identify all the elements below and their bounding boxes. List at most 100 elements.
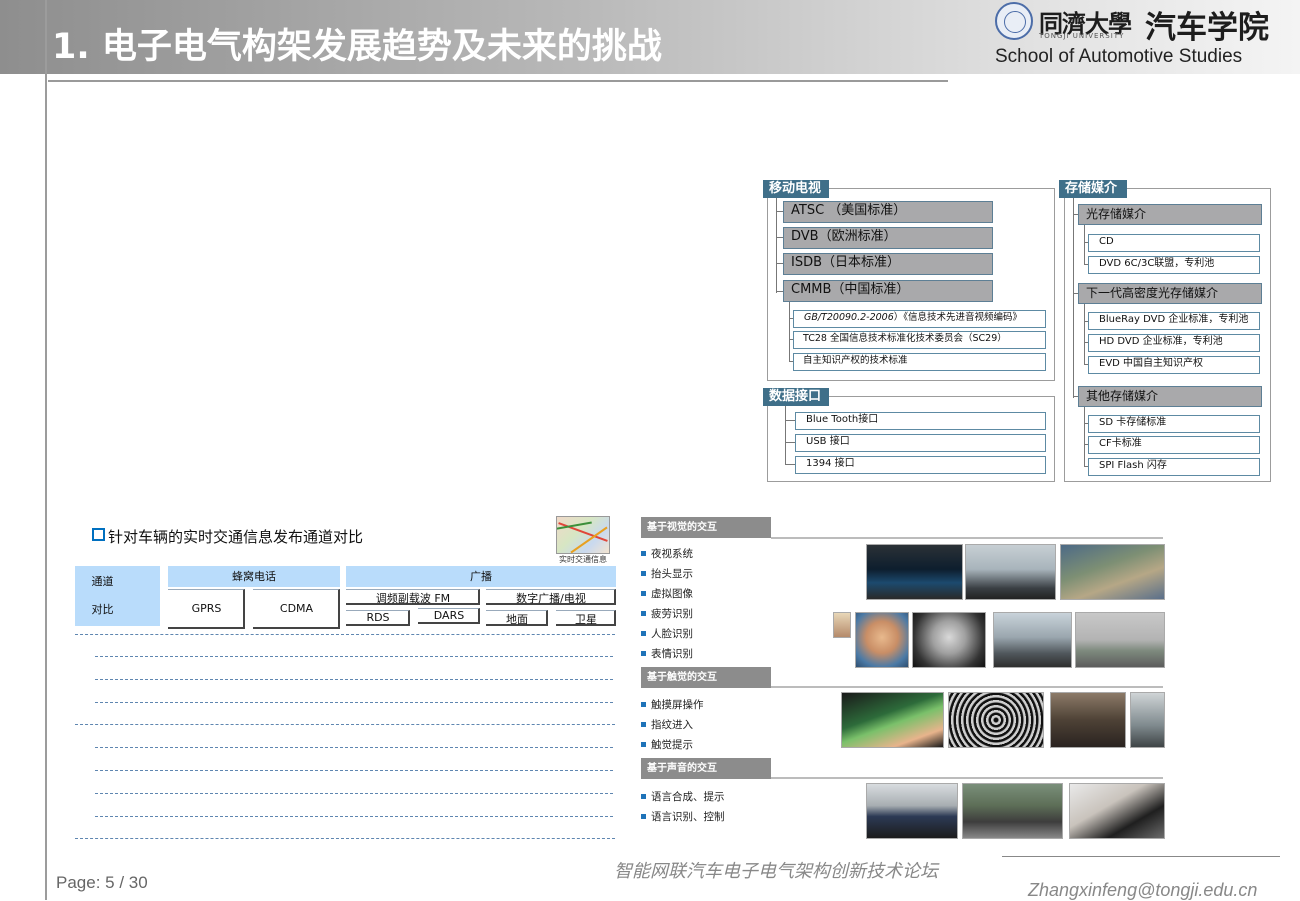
- mobile-tv-bracket: [776, 198, 777, 293]
- col-gprs: GPRS: [191, 602, 222, 615]
- visual-interaction-rule: [771, 537, 1163, 539]
- fingerprint-photo: [948, 692, 1044, 748]
- group-broadcast: 广播: [346, 566, 616, 587]
- driver-photo: [1069, 783, 1165, 839]
- visual-item-expression: 表情识别: [641, 646, 693, 661]
- storage-title: 存储媒介: [1059, 180, 1127, 198]
- cmmb-child-gbt: GB/T20090.2-2006）《信息技术先进音视频编码》: [793, 310, 1046, 328]
- square-bullet-icon: [92, 528, 105, 541]
- group-bracket: [1084, 304, 1085, 364]
- cmmb-child-ip: 自主知识产权的技术标准: [793, 353, 1046, 371]
- visual-item-night-vision: 夜视系统: [641, 546, 693, 561]
- standard-atsc: ATSC （美国标准）: [783, 201, 993, 223]
- table-row-divider: [95, 747, 613, 748]
- table-row-divider: [75, 724, 615, 725]
- cmmb-child-tc28: TC28 全国信息技术标准化技术委员会（SC29）: [793, 331, 1046, 349]
- table-row-divider: [95, 679, 613, 680]
- storage-group-other: 其他存储媒介: [1078, 386, 1262, 407]
- footer-email: Zhangxinfeng@tongji.edu.cn: [1028, 880, 1258, 900]
- sub-fm: 调频副载波 FM: [375, 592, 451, 605]
- table-row-divider: [75, 634, 615, 635]
- school-name-en: School of Automotive Studies: [995, 46, 1243, 67]
- page-number: Page: 5 / 30: [56, 873, 148, 892]
- motorcade-photo: [962, 783, 1063, 839]
- table-heading: 针对车辆的实时交通信息发布通道对比: [92, 526, 363, 547]
- touch-interaction-label: 基于触觉的交互: [641, 667, 771, 688]
- fatigue-ir-photo: [912, 612, 986, 668]
- hud-photo: [965, 544, 1056, 600]
- table-row-divider: [95, 793, 613, 794]
- storage-blueray: BlueRay DVD 企业标准，专利池: [1088, 312, 1260, 330]
- col-ground: 地面: [506, 613, 528, 626]
- traffic-map-thumbnail: [556, 516, 610, 554]
- storage-bracket: [1073, 198, 1074, 398]
- school-name-cn: 汽车学院: [1145, 10, 1269, 46]
- table-heading-text: 针对车辆的实时交通信息发布通道对比: [108, 528, 364, 546]
- virtual-image-photo: [1060, 544, 1165, 600]
- interface-1394: 1394 接口: [795, 456, 1046, 474]
- touch-interaction-rule: [771, 686, 1163, 688]
- visual-item-face: 人脸识别: [641, 626, 693, 641]
- road-photo: [1075, 612, 1165, 668]
- row-header-2: 对比: [91, 603, 114, 616]
- storage-hddvd: HD DVD 企业标准，专利池: [1088, 334, 1260, 352]
- col-rds: RDS: [366, 611, 390, 624]
- steering-photo: [1130, 692, 1165, 748]
- title-underline: [48, 80, 948, 82]
- table-row-divider: [75, 838, 615, 839]
- voice-item-synthesis: 语言合成、提示: [641, 789, 725, 804]
- mobile-tv-title: 移动电视: [763, 180, 829, 198]
- col-satellite: 卫星: [575, 613, 597, 626]
- voice-item-recognition: 语言识别、控制: [641, 809, 725, 824]
- standard-cmmb: CMMB（中国标准）: [783, 280, 993, 302]
- footer-forum-title: 智能网联汽车电子电气架构创新技术论坛: [614, 861, 938, 882]
- storage-dvd: DVD 6C/3C联盟，专利池: [1088, 256, 1260, 274]
- storage-evd: EVD 中国自主知识产权: [1088, 356, 1260, 374]
- row-header-1: 通道: [91, 575, 114, 588]
- slide-title: 1. 电子电气构架发展趋势及未来的挑战: [52, 27, 662, 67]
- col-cdma: CDMA: [279, 602, 314, 615]
- interface-usb: USB 接口: [795, 434, 1046, 452]
- touch-item-haptic: 触觉提示: [641, 737, 693, 752]
- data-interface-title: 数据接口: [763, 388, 829, 406]
- data-interface-bracket: [785, 406, 786, 464]
- visual-item-virtual-image: 虚拟图像: [641, 586, 693, 601]
- touch-item-touchscreen: 触摸屏操作: [641, 697, 704, 712]
- cmmb-gbt-desc: ）《信息技术先进音视频编码》: [893, 312, 1023, 323]
- storage-spi: SPI Flash 闪存: [1088, 458, 1260, 476]
- storage-group-optical: 光存储媒介: [1078, 204, 1262, 225]
- group-cellular: 蜂窝电话: [168, 566, 340, 587]
- university-logo: 同濟大學 TONGJI UNIVERSITY 汽车学院 School of Au…: [995, 2, 1295, 72]
- footer-rule: [1002, 856, 1280, 857]
- table-row-divider: [95, 770, 613, 771]
- table-row-divider: [95, 816, 613, 817]
- group-bracket: [1084, 225, 1085, 265]
- table-row-divider: [95, 656, 613, 657]
- id-photo-small: [833, 612, 851, 638]
- left-divider: [45, 0, 47, 900]
- night-vision-photo: [866, 544, 963, 600]
- cmmb-gbt-code: GB/T20090.2-2006: [804, 312, 894, 323]
- touch-item-fingerprint: 指纹进入: [641, 717, 693, 732]
- dashboard-photo: [993, 612, 1072, 668]
- storage-group-nextgen: 下一代高密度光存储媒介: [1078, 283, 1262, 304]
- group-bracket: [1084, 407, 1085, 467]
- voice-console-photo: [866, 783, 958, 839]
- haptic-photo: [1050, 692, 1126, 748]
- voice-interaction-rule: [771, 777, 1163, 779]
- standard-dvb: DVB（欧洲标准）: [783, 227, 993, 249]
- visual-item-hud: 抬头显示: [641, 566, 693, 581]
- voice-interaction-label: 基于声音的交互: [641, 758, 771, 779]
- university-name-en: TONGJI UNIVERSITY: [1039, 32, 1125, 40]
- face-photo: [855, 612, 909, 668]
- traffic-map-caption: 实时交通信息: [559, 555, 607, 564]
- touchscreen-photo: [841, 692, 944, 748]
- table-row-divider: [95, 702, 613, 703]
- cmmb-bracket: [789, 302, 790, 362]
- col-dars: DARS: [433, 609, 465, 622]
- interface-bluetooth: Blue Tooth接口: [795, 412, 1046, 430]
- storage-cf: CF卡标准: [1088, 436, 1260, 454]
- visual-interaction-label: 基于视觉的交互: [641, 517, 771, 538]
- storage-sd: SD 卡存储标准: [1088, 415, 1260, 433]
- university-seal-icon: [995, 2, 1033, 40]
